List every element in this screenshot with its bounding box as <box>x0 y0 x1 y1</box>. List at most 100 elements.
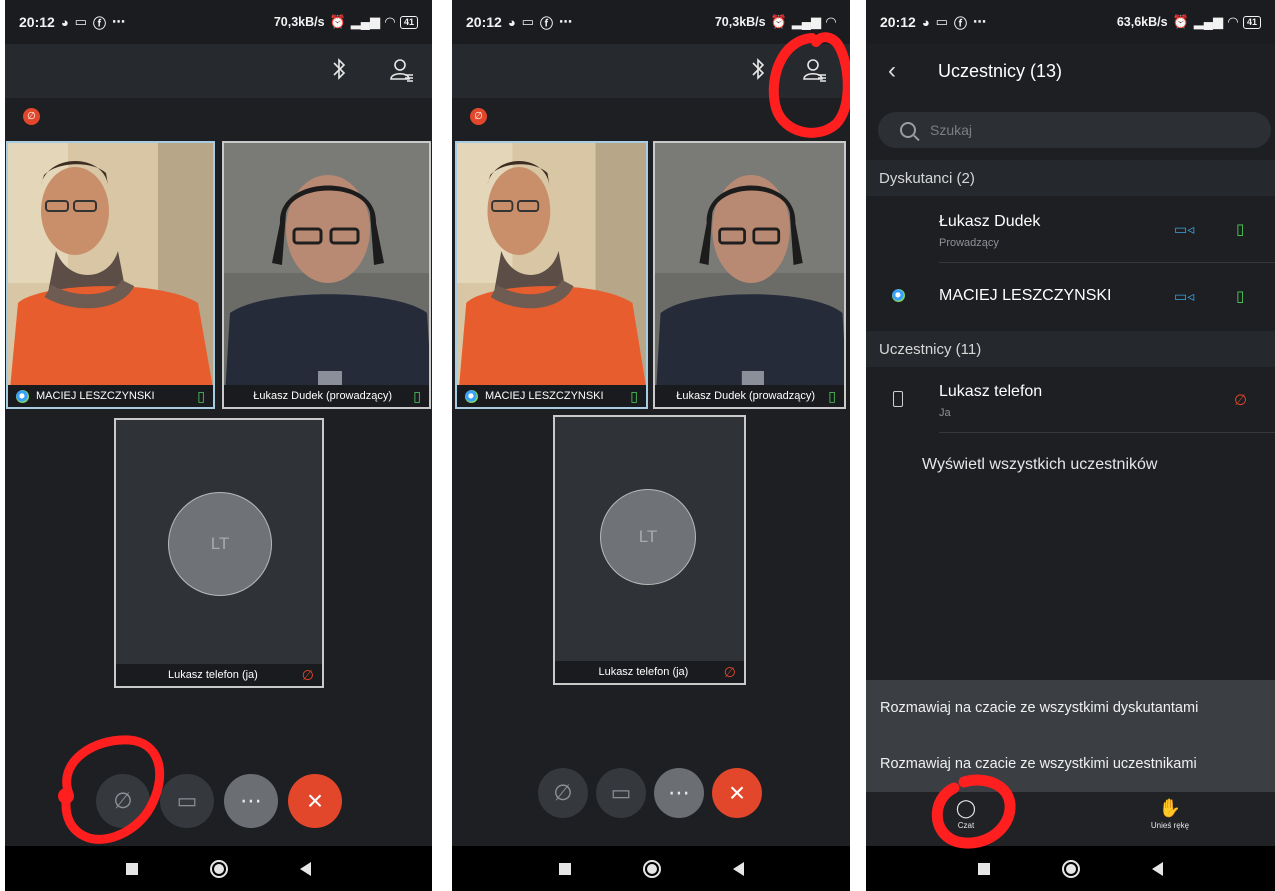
clock: 20:12 <box>466 14 502 30</box>
participant-name: Lukasz telefon <box>939 383 1043 400</box>
laptop-icon: ▭ <box>521 14 534 29</box>
chat-with-panelists-option[interactable]: Rozmawiaj na czacie ze wszystkimi dyskut… <box>880 700 1198 716</box>
back-button[interactable] <box>732 861 744 876</box>
webex-logo-icon <box>465 389 478 403</box>
section-header-attendees: Uczestnicy (11) <box>866 331 1275 367</box>
search-icon <box>900 122 916 138</box>
status-bar: 20:12 ◕ ▭ ⓕ ⋯ 70,3kB/s ⏰ ▂▄▆ ◠ <box>452 0 850 44</box>
search-input[interactable]: Szukaj <box>878 112 1271 148</box>
meeting-toolbar <box>452 44 850 98</box>
bluetooth-icon[interactable] <box>750 57 766 81</box>
list-item-lukasz-dudek[interactable]: Łukasz Dudek Prowadzący ▭◃ ▯ <box>866 197 1275 263</box>
app-notification-icon: ◕ <box>60 14 69 30</box>
facebook-icon: ⓕ <box>92 15 106 31</box>
microphone-on-icon: ▯ <box>828 387 836 404</box>
back-arrow-icon[interactable]: ‹ <box>866 57 918 85</box>
leave-meeting-button[interactable]: × <box>712 768 762 818</box>
chat-with-attendees-option[interactable]: Rozmawiaj na czacie ze wszystkimi uczest… <box>880 756 1197 772</box>
android-navigation-bar <box>866 846 1275 891</box>
mute-button[interactable]: ∅ <box>538 768 588 818</box>
participant-name: Lukasz telefon (ja) <box>598 666 689 678</box>
avatar: LT <box>168 492 272 596</box>
chat-bubble-icon: ◯ <box>955 798 977 818</box>
phone-screen-meeting-2: 20:12 ◕ ▭ ⓕ ⋯ 70,3kB/s ⏰ ▂▄▆ ◠ ∅ MACIEJ … <box>452 0 850 891</box>
laptop-icon: ▭ <box>74 14 87 29</box>
recents-button[interactable] <box>978 862 990 875</box>
more-notifications-icon: ⋯ <box>558 14 572 29</box>
video-tile-maciej[interactable]: MACIEJ LESZCZYNSKI ▯ <box>455 141 648 409</box>
tile-label: Lukasz telefon (ja) ∅ <box>555 661 744 683</box>
muted-indicator-icon: ∅ <box>23 108 40 125</box>
list-item-lukasz-telefon[interactable]: Lukasz telefon Ja ∅ <box>866 367 1275 433</box>
section-header-panelists: Dyskutanci (2) <box>866 160 1275 196</box>
participants-icon[interactable] <box>389 57 415 83</box>
video-tile-maciej[interactable]: MACIEJ LESZCZYNSKI ▯ <box>6 141 215 409</box>
more-options-button[interactable]: ⋯ <box>224 774 278 828</box>
camera-off-icon: ▭ <box>176 788 198 813</box>
video-off-button[interactable]: ▭ <box>160 774 214 828</box>
wifi-icon: ◠ <box>826 14 836 29</box>
more-icon: ⋯ <box>240 788 262 813</box>
home-button[interactable] <box>210 859 228 878</box>
video-tile-lukasz-dudek[interactable]: Łukasz Dudek (prowadzący) ▯ <box>222 141 431 409</box>
more-icon: ⋯ <box>668 780 690 805</box>
chat-options-menu: Rozmawiaj na czacie ze wszystkimi dyskut… <box>866 680 1275 792</box>
android-navigation-bar <box>452 846 850 891</box>
microphone-muted-icon: ∅ <box>113 788 133 813</box>
participant-name: MACIEJ LESZCZYNSKI <box>36 390 155 402</box>
status-bar: 20:12 ◕ ▭ ⓕ ⋯ 63,6kB/s ⏰ ▂▄▆ ◠ 41 <box>866 0 1275 44</box>
alarm-icon: ⏰ <box>329 14 346 29</box>
camera-off-icon: ▭ <box>610 780 632 805</box>
wifi-icon: ◠ <box>384 14 395 29</box>
video-off-button[interactable]: ▭ <box>596 768 646 818</box>
phone-screen-participants: 20:12 ◕ ▭ ⓕ ⋯ 63,6kB/s ⏰ ▂▄▆ ◠ 41 ‹ Ucze… <box>866 0 1275 891</box>
tab-chat[interactable]: ◯ Czat <box>931 798 1001 830</box>
participant-name: Łukasz Dudek <box>939 213 1041 230</box>
more-notifications-icon: ⋯ <box>111 14 125 29</box>
android-navigation-bar <box>5 846 432 891</box>
close-icon: × <box>306 785 324 816</box>
alarm-icon: ⏰ <box>1172 14 1189 29</box>
video-tile-self[interactable]: LT Lukasz telefon (ja) ∅ <box>114 418 324 688</box>
video-tile-lukasz-dudek[interactable]: Łukasz Dudek (prowadzący) ▯ <box>653 141 846 409</box>
home-button[interactable] <box>642 859 661 878</box>
participant-role: Prowadzący <box>939 237 999 249</box>
microphone-muted-icon: ∅ <box>301 666 314 683</box>
participant-name: MACIEJ LESZCZYNSKI <box>485 390 604 402</box>
microphone-on-icon: ▯ <box>630 387 638 404</box>
mute-button[interactable]: ∅ <box>96 774 150 828</box>
facebook-icon: ⓕ <box>953 15 967 31</box>
battery-icon: 41 <box>399 15 418 29</box>
clock: 20:12 <box>19 14 55 30</box>
tab-label: Czat <box>957 821 975 830</box>
avatar: LT <box>600 489 696 585</box>
wifi-icon: ◠ <box>1227 14 1238 29</box>
list-item-maciej[interactable]: MACIEJ LESZCZYNSKI ▭◃ ▯ <box>866 263 1275 329</box>
participant-role: Ja <box>939 407 951 419</box>
page-title: Uczestnicy (13) <box>938 60 1063 81</box>
facebook-icon: ⓕ <box>539 15 553 31</box>
more-options-button[interactable]: ⋯ <box>654 768 704 818</box>
microphone-on-icon: ▯ <box>1236 221 1245 238</box>
raise-hand-icon: ✋ <box>1158 798 1182 818</box>
recents-button[interactable] <box>558 862 571 875</box>
bluetooth-icon[interactable] <box>331 57 347 81</box>
microphone-muted-icon: ∅ <box>1234 392 1248 409</box>
participant-video <box>457 143 646 407</box>
tab-raise-hand[interactable]: ✋ Unieś rękę <box>1135 798 1205 830</box>
signal-icon: ▂▄▆ <box>1193 14 1223 29</box>
home-button[interactable] <box>1062 859 1080 878</box>
leave-meeting-button[interactable]: × <box>288 774 342 828</box>
participant-name: Łukasz Dudek (prowadzący) <box>676 390 816 402</box>
recents-button[interactable] <box>126 862 138 875</box>
video-tile-self[interactable]: LT Lukasz telefon (ja) ∅ <box>553 415 746 685</box>
tab-label: Unieś rękę <box>1150 821 1190 830</box>
back-button[interactable] <box>300 861 311 876</box>
back-button[interactable] <box>1152 861 1163 876</box>
network-speed: 70,3kB/s <box>714 15 766 29</box>
app-notification-icon: ◕ <box>921 14 930 30</box>
show-all-participants-link[interactable]: Wyświetl wszystkich uczestników <box>922 456 1157 474</box>
participants-icon[interactable] <box>802 57 828 83</box>
participant-name: MACIEJ LESZCZYNSKI <box>939 287 1112 304</box>
alarm-icon: ⏰ <box>770 14 787 29</box>
